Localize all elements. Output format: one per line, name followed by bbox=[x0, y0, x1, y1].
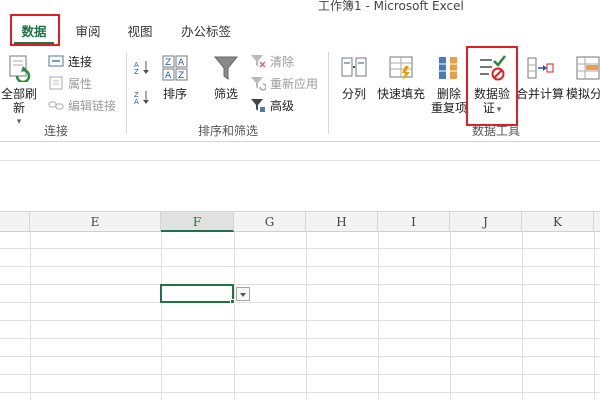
clear-filter-button[interactable]: 清除 bbox=[250, 52, 294, 70]
reapply-label: 重新应用 bbox=[270, 76, 319, 91]
filter-button[interactable]: 筛选 bbox=[208, 54, 244, 101]
ribbon: 全部刷新 ▾ 连接 属性 编辑链接 连接 AZ ZA Z A A Z 排序 筛选… bbox=[0, 46, 600, 142]
grid-line bbox=[0, 374, 600, 375]
svg-text:Z: Z bbox=[165, 58, 171, 68]
tab-office-tab[interactable]: 办公标签 bbox=[176, 20, 236, 44]
flash-fill-button[interactable]: 快速填充 bbox=[374, 54, 428, 101]
column-header-h[interactable]: H bbox=[306, 212, 378, 232]
data-tools-group-label: 数据工具 bbox=[472, 124, 521, 138]
chevron-down-icon: ▾ bbox=[16, 117, 22, 127]
reapply-button[interactable]: 重新应用 bbox=[250, 74, 318, 92]
column-header-g[interactable]: G bbox=[234, 212, 306, 232]
remove-duplicates-button[interactable]: 删除 重复项 bbox=[430, 54, 468, 115]
column-header-j[interactable]: J bbox=[450, 212, 522, 232]
svg-text:Z: Z bbox=[178, 71, 184, 81]
sort-ascending-icon: AZ bbox=[134, 61, 149, 75]
properties-button[interactable]: 属性 bbox=[48, 74, 92, 92]
consolidate-button[interactable]: 合并计算 bbox=[514, 54, 566, 101]
sort-descending-icon: ZA bbox=[134, 91, 149, 105]
svg-text:A: A bbox=[178, 58, 185, 68]
flash-fill-label: 快速填充 bbox=[376, 87, 425, 101]
grid-line bbox=[0, 284, 600, 285]
group-divider bbox=[126, 52, 127, 134]
grid-line bbox=[0, 266, 600, 267]
column-header-e[interactable]: E bbox=[30, 212, 161, 232]
edit-links-button[interactable]: 编辑链接 bbox=[48, 96, 116, 114]
link-icon bbox=[48, 101, 64, 110]
grid-line bbox=[0, 356, 600, 357]
remove-duplicates-label-2: 重复项 bbox=[430, 101, 467, 115]
sort-descending-button[interactable]: ZA bbox=[134, 88, 154, 106]
sort-label: 排序 bbox=[162, 87, 187, 101]
validation-dropdown-button[interactable] bbox=[236, 287, 250, 301]
formula-bar-divider bbox=[0, 160, 600, 161]
properties-icon bbox=[49, 76, 63, 90]
chevron-down-icon: ▾ bbox=[496, 105, 502, 115]
clear-filter-icon bbox=[251, 55, 266, 68]
advanced-filter-button[interactable]: 高级 bbox=[250, 96, 294, 114]
column-header-partial[interactable] bbox=[0, 212, 30, 232]
connections-label: 连接 bbox=[68, 54, 93, 69]
what-if-analysis-button[interactable]: 模拟分 bbox=[566, 54, 600, 101]
advanced-filter-icon bbox=[251, 99, 265, 112]
what-if-analysis-label: 模拟分 bbox=[566, 87, 600, 101]
group-divider bbox=[328, 52, 329, 134]
svg-text:Z: Z bbox=[134, 68, 139, 75]
column-header-k[interactable]: K bbox=[522, 212, 594, 232]
text-to-columns-label: 分列 bbox=[341, 87, 366, 101]
svg-text:A: A bbox=[134, 98, 139, 105]
tab-review[interactable]: 审阅 bbox=[70, 20, 106, 44]
connections-group-label: 连接 bbox=[44, 124, 69, 138]
grid-line bbox=[0, 338, 600, 339]
connections-button[interactable]: 连接 bbox=[48, 52, 92, 70]
filter-funnel-icon bbox=[213, 56, 239, 80]
reapply-icon bbox=[251, 77, 266, 91]
title-bar: 工作簿1 - Microsoft Excel bbox=[0, 0, 600, 14]
fill-handle[interactable] bbox=[230, 299, 235, 304]
tab-data[interactable]: 数据 bbox=[14, 20, 54, 44]
column-header-partial[interactable] bbox=[594, 212, 600, 232]
data-validation-label-2: 证 ▾ bbox=[470, 101, 514, 117]
formula-bar-area[interactable] bbox=[0, 142, 600, 212]
connections-icon bbox=[48, 55, 64, 67]
data-validation-label-2-text: 证 bbox=[482, 101, 495, 115]
refresh-icon bbox=[9, 55, 31, 84]
grid-line bbox=[0, 248, 600, 249]
refresh-all-button[interactable]: 全部刷新 ▾ bbox=[0, 54, 42, 129]
refresh-all-label: 全部刷新 bbox=[0, 87, 37, 115]
properties-label: 属性 bbox=[68, 76, 93, 91]
column-header-f[interactable]: F bbox=[161, 212, 234, 232]
consolidate-icon bbox=[527, 57, 554, 79]
remove-duplicates-icon bbox=[439, 57, 457, 79]
column-header-i[interactable]: I bbox=[378, 212, 450, 232]
window-title: 工作簿1 - Microsoft Excel bbox=[318, 0, 464, 13]
tab-view[interactable]: 视图 bbox=[122, 20, 158, 44]
sort-ascending-button[interactable]: AZ bbox=[134, 58, 154, 76]
clear-label: 清除 bbox=[270, 54, 295, 69]
what-if-analysis-icon bbox=[576, 56, 600, 80]
data-validation-icon bbox=[480, 55, 506, 81]
grid-line bbox=[0, 320, 600, 321]
text-to-columns-icon bbox=[341, 57, 367, 77]
ribbon-tabs: 数据 审阅 视图 办公标签 bbox=[0, 14, 600, 48]
text-to-columns-button[interactable]: 分列 bbox=[336, 54, 372, 101]
consolidate-label: 合并计算 bbox=[515, 87, 564, 101]
sort-button[interactable]: Z A A Z 排序 bbox=[158, 54, 192, 101]
grid-line bbox=[0, 302, 600, 303]
advanced-label: 高级 bbox=[270, 98, 295, 113]
flash-fill-icon bbox=[389, 56, 413, 80]
remove-duplicates-label-1: 删除 bbox=[436, 87, 461, 101]
svg-text:A: A bbox=[165, 71, 172, 81]
data-validation-label-1: 数据验 bbox=[473, 87, 510, 101]
grid-line bbox=[0, 392, 600, 393]
data-validation-button[interactable]: 数据验 证 ▾ bbox=[470, 54, 514, 117]
sort-icon: Z A A Z bbox=[162, 55, 188, 81]
filter-label: 筛选 bbox=[213, 87, 238, 101]
edit-links-label: 编辑链接 bbox=[68, 98, 117, 113]
sort-filter-group-label: 排序和筛选 bbox=[198, 124, 259, 138]
active-cell[interactable] bbox=[160, 284, 234, 303]
